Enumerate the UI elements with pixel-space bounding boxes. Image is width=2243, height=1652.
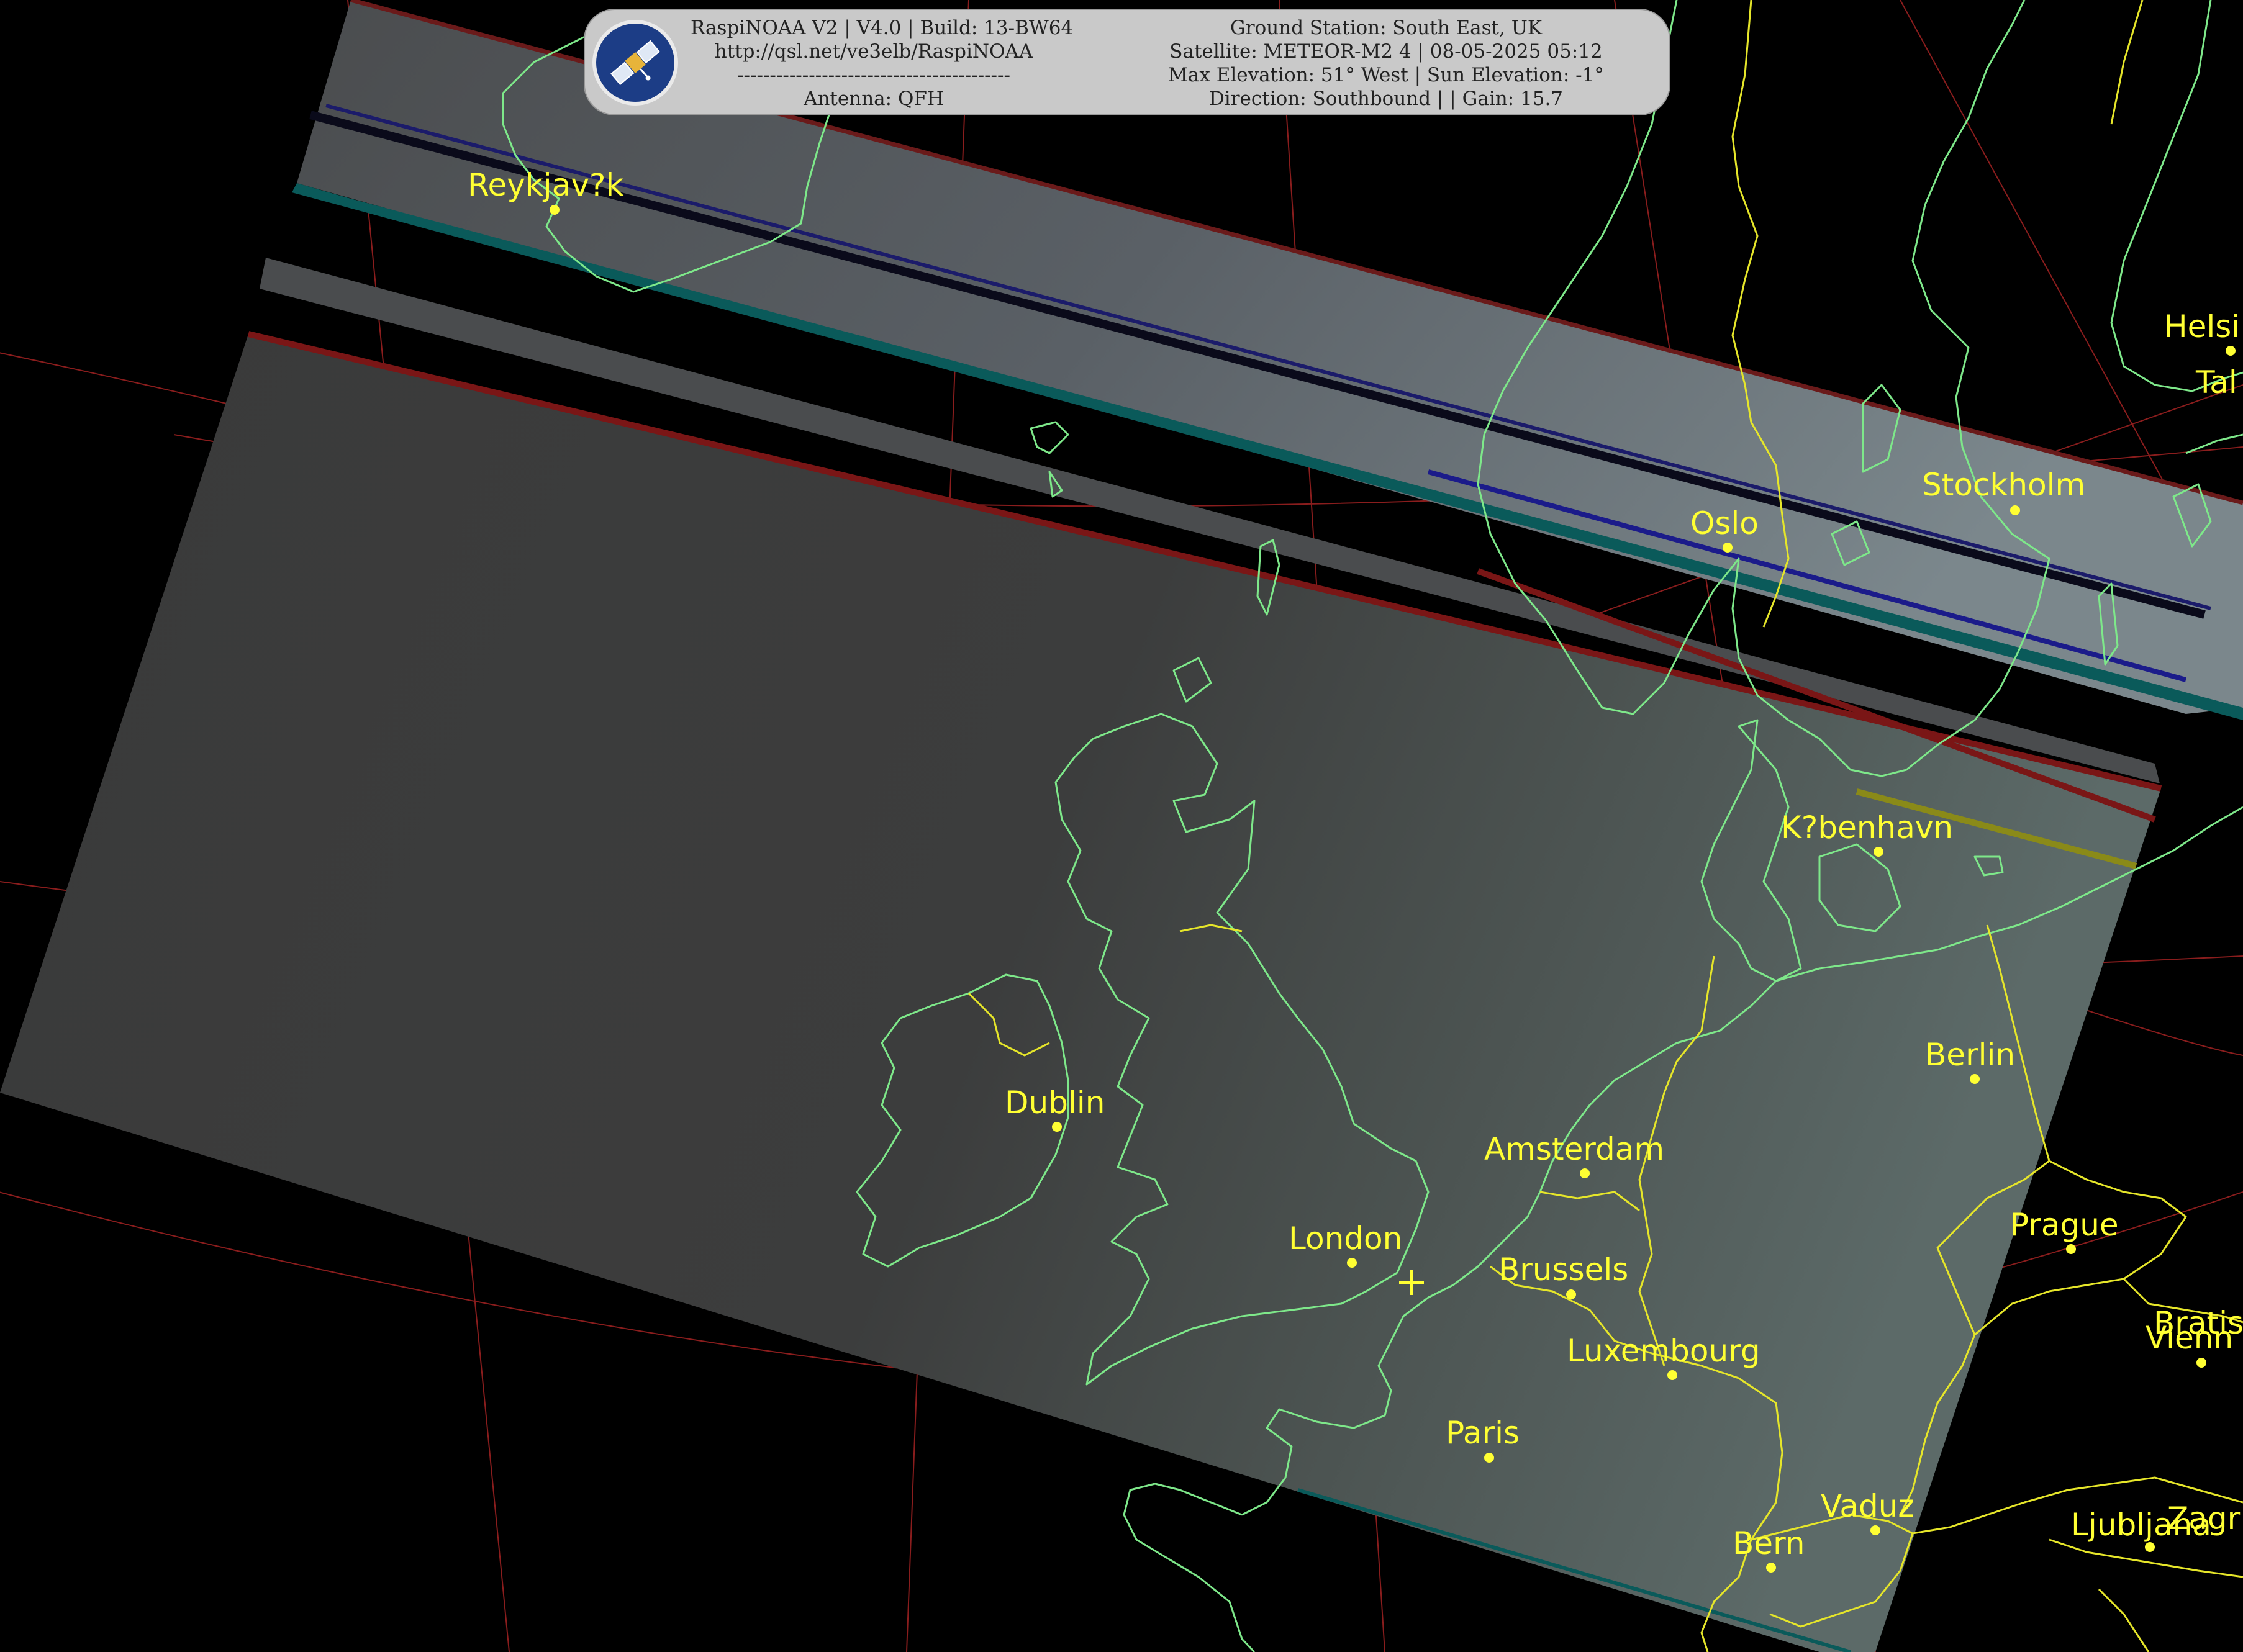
city-prague: Prague [2010, 1207, 2119, 1254]
svg-text:Ljubljana: Ljubljana [2071, 1507, 2211, 1543]
city-tallinn: Tal [2195, 364, 2237, 400]
svg-text:Reykjav?k: Reykjav?k [468, 167, 623, 203]
header-divider: ----------------------------------------… [737, 64, 1010, 86]
svg-text:Vaduz: Vaduz [1821, 1488, 1914, 1524]
header-station-info: RaspiNOAA V2 | V4.0 | Build: 13-BW64 htt… [691, 16, 1074, 111]
svg-text:Stockholm: Stockholm [1922, 467, 2085, 503]
svg-text:Bern: Bern [1733, 1525, 1805, 1561]
city-ljubljana: Ljubljana [2071, 1507, 2211, 1552]
svg-text:London: London [1289, 1221, 1402, 1257]
svg-text:Oslo: Oslo [1690, 505, 1759, 541]
svg-text:Brussels: Brussels [1498, 1252, 1628, 1288]
svg-text:K?benhavn: K?benhavn [1781, 810, 1953, 846]
satellite-icon-graphic [610, 40, 660, 86]
svg-text:Prague: Prague [2010, 1207, 2119, 1243]
svg-text:Helsi: Helsi [2164, 309, 2240, 345]
svg-text:Amsterdam: Amsterdam [1484, 1131, 1664, 1167]
header-satellite: Satellite: METEOR-M2 4 | 08-05-2025 05:1… [1169, 40, 1603, 63]
satellite-map: Reykjav?k Helsi Tal Stockholm Oslo K?ben… [0, 0, 2243, 1652]
svg-text:Paris: Paris [1446, 1415, 1520, 1451]
header-url[interactable]: http://qsl.net/ve3elb/RaspiNOAA [691, 40, 1057, 63]
coast-brittany [1123, 1483, 1256, 1652]
header-ground-station: Ground Station: South East, UK [1230, 17, 1542, 39]
header-antenna: Antenna: QFH [804, 88, 944, 110]
border-sweden-finland [2110, 0, 2144, 125]
svg-text:Vienn: Vienn [2146, 1320, 2233, 1356]
city-helsinki: Helsi [2164, 309, 2240, 356]
svg-text:Luxembourg: Luxembourg [1567, 1333, 1760, 1369]
header-elevation: Max Elevation: 51° West | Sun Elevation:… [1168, 64, 1604, 86]
header-direction: Direction: Southbound | | Gain: 15.7 [1208, 88, 1564, 110]
satellite-icon [592, 20, 678, 106]
city-vienna: Vienn [2146, 1320, 2233, 1368]
svg-text:Tal: Tal [2195, 364, 2237, 400]
header-pass-info: Ground Station: South East, UK Satellite… [1113, 16, 1659, 111]
pass-info-header: RaspiNOAA V2 | V4.0 | Build: 13-BW64 htt… [584, 9, 1670, 115]
header-build: RaspiNOAA V2 | V4.0 | Build: 13-BW64 [691, 17, 1074, 39]
border-balkans [2049, 1538, 2243, 1652]
svg-text:Berlin: Berlin [1925, 1037, 2015, 1073]
svg-text:Dublin: Dublin [1005, 1085, 1105, 1121]
